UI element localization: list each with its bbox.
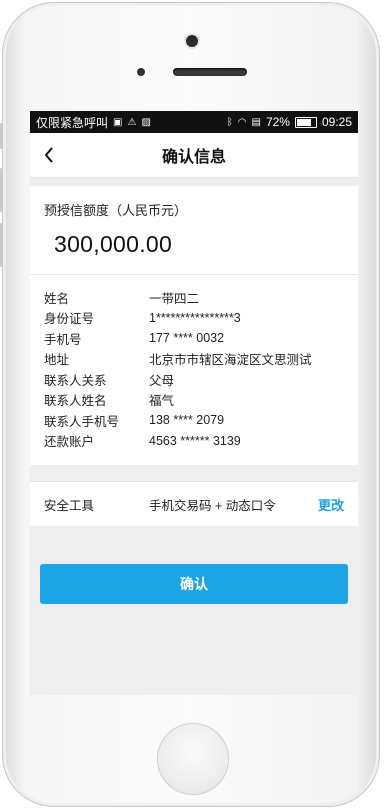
carrier-text: 仅限紧急呼叫 [36,115,109,130]
page-title: 确认信息 [161,149,226,166]
info-label: 手机号 [44,332,82,347]
image-icon: ▨ [141,116,151,128]
info-row-contact-name: 联系人姓名 福气 [44,390,344,411]
back-button[interactable] [40,145,58,165]
speaker-grill [173,68,247,76]
info-label: 联系人姓名 [44,394,107,409]
wifi-icon: ◠ [237,116,247,128]
bluetooth-icon: ᛒ [226,116,233,128]
info-label: 联系人手机号 [44,414,120,429]
info-row-address: 地址 北京市市辖区海淀区文思测试 [44,349,344,370]
earpiece [137,65,247,79]
front-camera [186,35,198,47]
credit-amount-value: 300,000.00 [54,231,173,257]
info-value: 北京市市辖区海淀区文思测试 [149,353,312,368]
credit-amount-card: 预授信额度（人民币元） 300,000.00 [30,186,358,275]
volume-down-button [0,223,3,267]
info-label: 还款账户 [44,435,95,450]
info-value: 父母 [149,373,175,388]
change-security-tool-link[interactable]: 更改 [318,495,344,514]
personal-info-list: 姓名 一带四二 身份证号 1****************3 手机号 177 … [30,275,358,465]
info-label: 姓名 [44,291,70,306]
home-button[interactable] [157,723,229,795]
nav-bar: 确认信息 [30,133,358,178]
security-tool-row: 安全工具 手机交易码 + 动态口令 更改 [30,481,358,526]
sim-icon: ▤ [251,116,261,128]
app-screen: 仅限紧急呼叫 ▣ ⚠ ▨ ᛒ ◠ ▤ 72% 09:25 确认信息 预授信额度（… [30,111,358,695]
confirm-button[interactable]: 确认 [40,564,348,604]
info-row-name: 姓名 一带四二 [44,287,344,308]
clock: 09:25 [321,115,352,129]
volume-up-button [0,168,3,212]
info-row-id-number: 身份证号 1****************3 [44,308,344,329]
security-tool-value: 手机交易码 + 动态口令 [149,498,276,513]
info-value: 138 **** 2079 [149,413,225,428]
info-label: 身份证号 [44,312,95,327]
info-value: 4563 ****** 3139 [149,433,241,448]
credit-amount-label: 预授信额度（人民币元） [44,203,188,218]
info-value: 1****************3 [149,310,241,325]
info-label: 联系人关系 [44,373,107,388]
back-arrow-icon [44,147,53,163]
info-value: 177 **** 0032 [149,331,225,346]
side-button [0,123,3,149]
info-label: 地址 [44,353,70,368]
sim-card-icon: ▣ [113,116,123,128]
security-tool-label: 安全工具 [44,498,95,513]
info-row-phone: 手机号 177 **** 0032 [44,328,344,349]
info-row-contact-relation: 联系人关系 父母 [44,369,344,390]
info-value: 福气 [149,394,175,409]
battery-percent: 72% [265,115,290,129]
battery-icon [294,116,317,128]
info-row-repayment-account: 还款账户 4563 ****** 3139 [44,431,344,452]
proximity-sensor [137,68,145,76]
warning-icon: ⚠ [127,116,137,128]
info-row-contact-phone: 联系人手机号 138 **** 2079 [44,410,344,431]
status-bar: 仅限紧急呼叫 ▣ ⚠ ▨ ᛒ ◠ ▤ 72% 09:25 [30,111,358,133]
info-value: 一带四二 [149,291,200,306]
